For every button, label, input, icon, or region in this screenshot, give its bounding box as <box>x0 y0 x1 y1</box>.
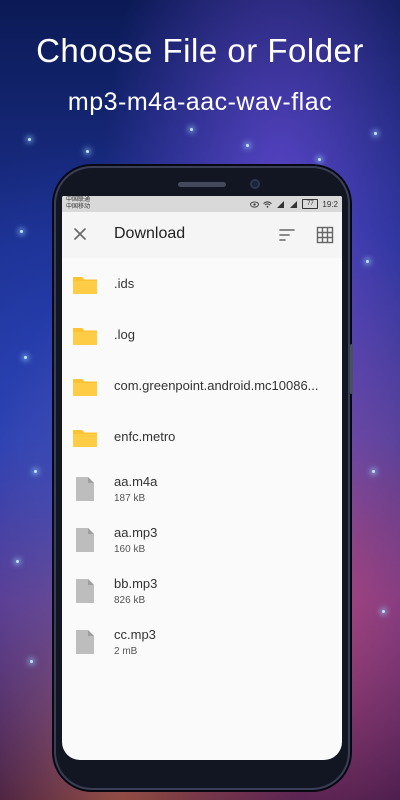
battery-indicator: 77 <box>302 199 319 209</box>
star <box>372 470 375 473</box>
eye-icon <box>250 200 260 208</box>
star <box>28 138 31 141</box>
file-icon <box>76 579 94 603</box>
file-item[interactable]: bb.mp3 826 kB <box>62 565 342 616</box>
folder-icon <box>73 379 97 396</box>
file-size: 2 mB <box>114 646 138 657</box>
signal-icon <box>277 200 285 208</box>
folder-icon <box>73 277 97 294</box>
carrier-line-1: 中国联通 <box>66 197 91 203</box>
star <box>16 560 19 563</box>
star <box>86 150 89 153</box>
star <box>366 260 369 263</box>
grid-view-icon[interactable] <box>316 226 334 244</box>
file-size: 187 kB <box>114 493 146 504</box>
folder-name: enfc.metro <box>114 429 176 444</box>
file-size: 160 kB <box>114 544 146 555</box>
file-size: 826 kB <box>114 595 146 606</box>
sort-icon[interactable] <box>278 226 296 244</box>
star <box>318 158 321 161</box>
phone-side-button <box>350 344 353 394</box>
folder-name: .ids <box>114 276 135 291</box>
star <box>20 230 23 233</box>
star <box>382 610 385 613</box>
file-name: aa.mp3 <box>114 525 158 540</box>
status-bar: 中国联通 中国移动 77 19:2 <box>62 196 342 212</box>
close-icon[interactable] <box>70 224 90 244</box>
file-item[interactable]: cc.mp3 2 mB <box>62 616 342 667</box>
star <box>30 660 33 663</box>
folder-item[interactable]: enfc.metro <box>62 412 342 463</box>
file-name: aa.m4a <box>114 474 158 489</box>
phone-frame: 中国联通 中国移动 77 19:2 Download .ids .log com… <box>54 166 353 790</box>
file-item[interactable]: aa.mp3 160 kB <box>62 514 342 565</box>
status-icons: 77 19:2 <box>250 198 338 210</box>
star <box>246 144 249 147</box>
folder-icon <box>73 328 97 345</box>
folder-icon <box>73 430 97 447</box>
app-bar: Download <box>62 212 342 258</box>
folder-name: .log <box>114 327 135 342</box>
file-icon <box>76 528 94 552</box>
file-item[interactable]: aa.m4a 187 kB <box>62 463 342 514</box>
folder-item[interactable]: com.greenpoint.android.mc10086... <box>62 361 342 412</box>
folder-item[interactable]: .ids <box>62 259 342 310</box>
folder-item[interactable]: .log <box>62 310 342 361</box>
wifi-icon <box>263 200 273 208</box>
promo-title: Choose File or Folder <box>36 32 364 69</box>
phone-camera <box>250 179 260 189</box>
star <box>24 356 27 359</box>
star <box>190 128 193 131</box>
phone-screen: 中国联通 中国移动 77 19:2 Download .ids .log com… <box>62 196 342 760</box>
file-name: bb.mp3 <box>114 576 158 591</box>
star <box>374 132 377 135</box>
phone-speaker <box>178 182 226 187</box>
folder-name: com.greenpoint.android.mc10086... <box>114 378 319 393</box>
file-icon <box>76 630 94 654</box>
carrier-info: 中国联通 中国移动 <box>66 197 90 211</box>
file-icon <box>76 477 94 501</box>
carrier-line-2: 中国移动 <box>66 204 91 210</box>
status-time: 19:2 <box>322 199 338 209</box>
page-title: Download <box>114 225 186 242</box>
file-list: .ids .log com.greenpoint.android.mc10086… <box>62 259 342 667</box>
promo-subtitle: mp3-m4a-aac-wav-flac <box>67 88 333 116</box>
star <box>34 470 37 473</box>
file-name: cc.mp3 <box>114 627 156 642</box>
signal-icon-2 <box>290 200 298 208</box>
